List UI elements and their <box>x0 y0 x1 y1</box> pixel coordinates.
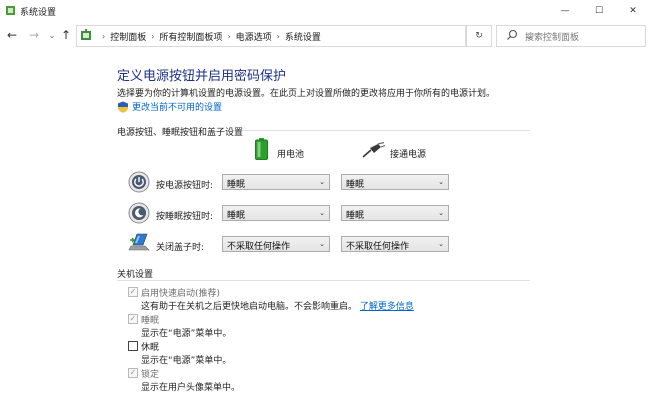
selected-value: 睡眠 <box>346 211 365 221</box>
battery-column-label: 用电池 <box>277 150 305 160</box>
sleep-button-label: 按睡眠按钮时: <box>156 212 214 222</box>
fast-startup-desc-text: 这有助于在关机之后更快地启动电脑。不会影响重启。 <box>141 302 358 312</box>
power-button-plugged-select[interactable]: 睡眠 ⌄ <box>341 174 449 190</box>
title-bar: 系统设置 — ☐ ✕ <box>0 0 650 22</box>
close-icon: ✕ <box>629 6 637 16</box>
laptop-lid-icon <box>128 233 150 251</box>
navigation-bar: ← → ⌄ ↑ › 控制面板 › 所有控制面板项 › 电源选项 › 系统设置 ⌄… <box>0 22 650 48</box>
section-divider <box>117 280 530 281</box>
plugged-in-column-label: 接通电源 <box>390 150 427 160</box>
hibernate-option-description: 显示在“电源”菜单中。 <box>141 356 232 366</box>
window-title: 系统设置 <box>20 8 57 18</box>
sleep-option-description: 显示在“电源”菜单中。 <box>141 329 232 339</box>
search-icon <box>507 29 518 40</box>
power-button-battery-select[interactable]: 睡眠 ⌄ <box>222 174 330 190</box>
breadcrumb-item[interactable]: 控制面板 <box>110 30 146 43</box>
section-divider <box>242 130 530 131</box>
breadcrumb-separator[interactable]: › <box>277 32 280 41</box>
up-arrow-icon: ↑ <box>60 28 72 42</box>
change-settings-link-text: 更改当前不可用的设置 <box>132 103 223 113</box>
lid-close-label: 关闭盖子时: <box>156 243 205 253</box>
maximize-icon: ☐ <box>594 6 604 16</box>
lid-close-battery-select[interactable]: 不采取任何操作 ⌄ <box>222 236 330 252</box>
battery-icon <box>255 138 268 160</box>
hibernate-checkbox[interactable] <box>128 341 138 351</box>
shutdown-section-label: 关机设置 <box>117 270 154 280</box>
page-title: 定义电源按钮并启用密码保护 <box>117 69 287 84</box>
uac-shield-icon <box>118 101 128 112</box>
close-button[interactable]: ✕ <box>616 0 650 22</box>
breadcrumb: › 控制面板 › 所有控制面板项 › 电源选项 › 系统设置 <box>97 30 321 43</box>
breadcrumb-item[interactable]: 系统设置 <box>285 30 321 43</box>
power-icon <box>128 171 150 193</box>
sleep-icon <box>128 202 150 224</box>
sleep-button-battery-select[interactable]: 睡眠 ⌄ <box>222 205 330 221</box>
selected-value: 睡眠 <box>227 211 246 221</box>
check-icon: ✓ <box>129 287 137 296</box>
back-button[interactable]: ← <box>4 27 20 43</box>
up-button[interactable]: ↑ <box>58 27 74 43</box>
check-icon: ✓ <box>129 314 137 323</box>
breadcrumb-item[interactable]: 电源选项 <box>236 30 272 43</box>
maximize-button[interactable]: ☐ <box>582 0 616 22</box>
lock-option-label: 锁定 <box>141 370 160 380</box>
chevron-down-icon: ⌄ <box>438 178 444 186</box>
power-button-label: 按电源按钮时: <box>156 181 214 191</box>
learn-more-link[interactable]: 了解更多信息 <box>360 302 414 312</box>
refresh-button[interactable]: ↻ <box>466 25 492 47</box>
selected-value: 不采取任何操作 <box>346 242 410 252</box>
search-placeholder: 搜索控制面板 <box>525 33 580 43</box>
selected-value: 睡眠 <box>227 180 246 190</box>
sleep-button-plugged-select[interactable]: 睡眠 ⌄ <box>341 205 449 221</box>
breadcrumb-item[interactable]: 所有控制面板项 <box>159 30 222 43</box>
chevron-down-icon: ⌄ <box>48 30 56 40</box>
plug-icon <box>362 142 386 158</box>
minimize-icon: — <box>560 6 570 16</box>
chevron-down-icon: ⌄ <box>319 240 325 248</box>
hibernate-option-label: 休眠 <box>141 343 160 353</box>
back-arrow-icon: ← <box>6 28 18 42</box>
control-panel-icon <box>81 29 91 40</box>
fast-startup-checkbox[interactable]: ✓ <box>128 287 138 297</box>
chevron-down-icon: ⌄ <box>438 240 444 248</box>
chevron-down-icon: ⌄ <box>438 209 444 217</box>
selected-value: 不采取任何操作 <box>227 242 291 252</box>
selected-value: 睡眠 <box>346 180 365 190</box>
search-input[interactable]: 搜索控制面板 <box>496 25 646 47</box>
forward-button[interactable]: → <box>26 27 42 43</box>
breadcrumb-separator[interactable]: › <box>151 32 154 41</box>
address-box[interactable]: › 控制面板 › 所有控制面板项 › 电源选项 › 系统设置 ⌄ <box>76 25 532 47</box>
fast-startup-description: 这有助于在关机之后更快地启动电脑。不会影响重启。 了解更多信息 <box>141 299 414 312</box>
lid-close-plugged-select[interactable]: 不采取任何操作 ⌄ <box>341 236 449 252</box>
lock-option-description: 显示在用户头像菜单中。 <box>141 383 241 393</box>
lock-checkbox[interactable]: ✓ <box>128 368 138 378</box>
refresh-icon: ↻ <box>475 31 483 41</box>
control-panel-app-icon <box>6 6 15 15</box>
breadcrumb-separator: › <box>102 32 106 41</box>
sleep-checkbox[interactable]: ✓ <box>128 314 138 324</box>
page-description: 选择要为你的计算机设置的电源设置。在此页上对设置所做的更改将应用于你所有的电源计… <box>117 89 496 99</box>
minimize-button[interactable]: — <box>548 0 582 22</box>
forward-arrow-icon: → <box>28 28 40 42</box>
buttons-section-label: 电源按钮、睡眠按钮和盖子设置 <box>117 128 244 138</box>
chevron-down-icon: ⌄ <box>319 178 325 186</box>
sleep-option-label: 睡眠 <box>141 316 160 326</box>
breadcrumb-separator[interactable]: › <box>227 32 230 41</box>
change-unavailable-settings-link[interactable]: 更改当前不可用的设置 <box>117 100 222 113</box>
chevron-down-icon: ⌄ <box>319 209 325 217</box>
fast-startup-label: 启用快速启动(推荐) <box>141 289 221 299</box>
main-content: 定义电源按钮并启用密码保护 选择要为你的计算机设置的电源设置。在此页上对设置所做… <box>0 48 650 403</box>
check-icon: ✓ <box>129 368 137 377</box>
